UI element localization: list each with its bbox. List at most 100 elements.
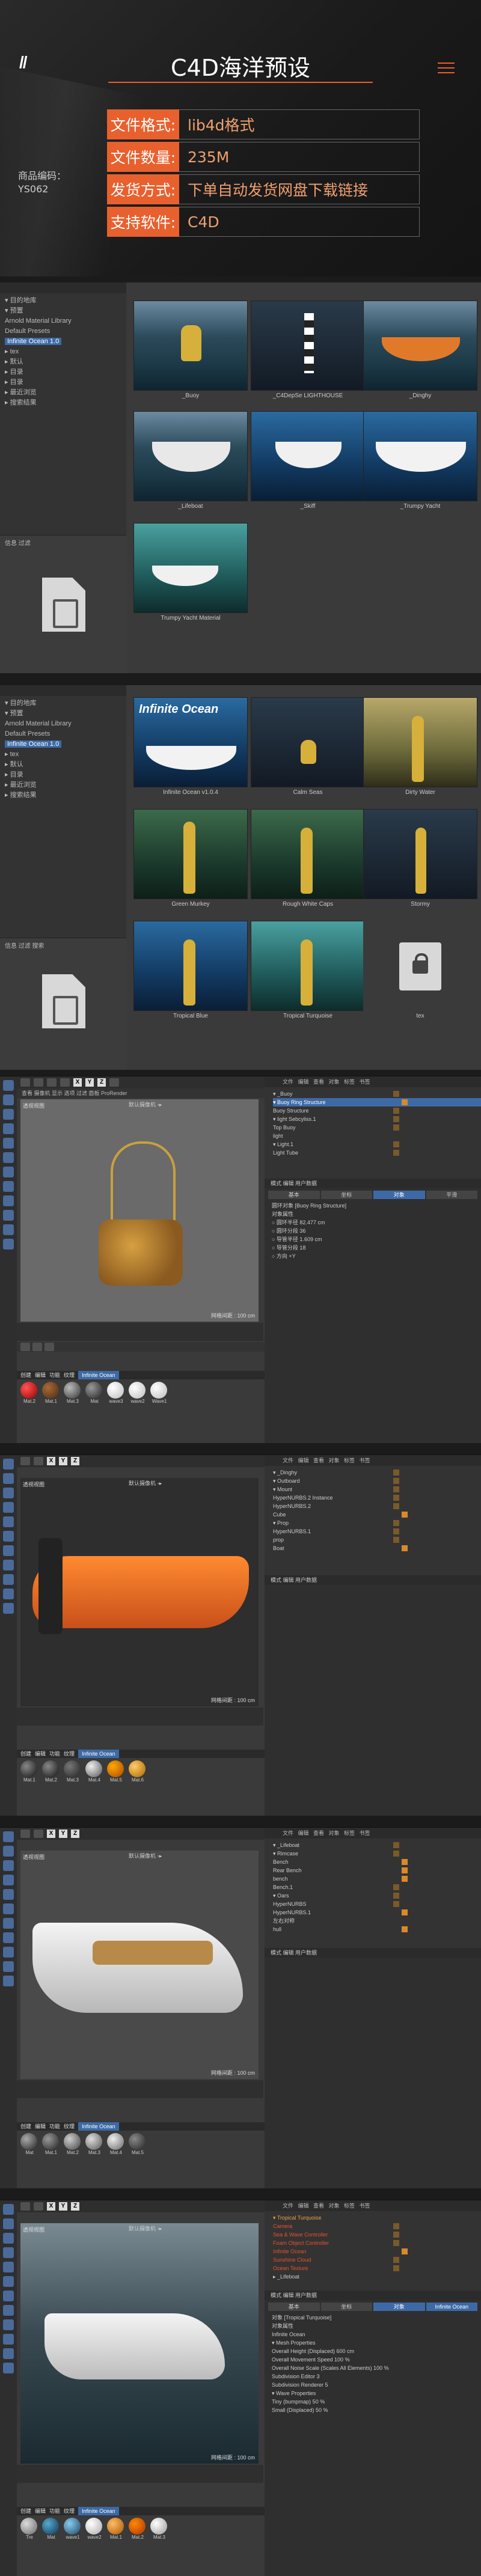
object-row[interactable]: Camera (273, 2222, 481, 2230)
attr-group[interactable]: ▾ Mesh Properties (265, 2339, 481, 2347)
x-axis-icon[interactable]: X (47, 1457, 55, 1465)
timeline[interactable] (17, 1323, 263, 1341)
tree-item[interactable]: Default Presets (5, 729, 72, 739)
object-row[interactable]: ▾ Oars (273, 1891, 481, 1900)
material-swatch[interactable]: Mat.3 (150, 2518, 168, 2542)
object-row[interactable]: ▾ light Sebcyliss.1 (273, 1115, 481, 1123)
z-axis-icon[interactable]: Z (71, 2202, 79, 2211)
material-swatch[interactable]: Mat.5 (129, 2133, 147, 2157)
main-toolbar[interactable]: X Y Z (17, 1076, 267, 1088)
material-swatch[interactable]: Mat.1 (107, 2518, 125, 2542)
rotate-icon[interactable] (60, 1078, 70, 1087)
tree-item[interactable]: ▸ 最近浏览 (5, 388, 72, 398)
material-tabs[interactable]: 创建 编辑 功能 纹理 Infinite Ocean (17, 1371, 267, 1379)
viewport[interactable]: 透视视图 默认摄像机 ◦▸ 网格间距 : 100 cm (20, 1478, 259, 1706)
transport-controls[interactable] (17, 1342, 267, 1352)
material-swatch[interactable]: Mat.2 (42, 1760, 60, 1784)
object-row[interactable]: Bench (273, 1858, 481, 1866)
viewport-menu[interactable]: 查看 摄像机 显示 选项 过滤 面板 ProRender (17, 1088, 268, 1098)
x-axis-icon[interactable]: X (73, 1078, 82, 1087)
tab-create[interactable]: 创建 (20, 2507, 31, 2515)
material-tabs[interactable]: 创建 编辑 功能 纹理 Infinite Ocean (17, 2122, 267, 2131)
object-row[interactable]: ▾ Light.1 (273, 1140, 481, 1149)
tree-item[interactable]: ▾ 目的地库 (5, 296, 72, 306)
tree-item[interactable]: ▸ 目录 (5, 367, 72, 377)
tab-function[interactable]: 功能 (49, 1750, 60, 1758)
timeline[interactable] (17, 1708, 263, 1726)
object-row[interactable]: Buoy Structure (273, 1106, 481, 1115)
y-axis-icon[interactable]: Y (59, 1457, 67, 1465)
timeline[interactable] (17, 2465, 263, 2483)
tab-edit[interactable]: 编辑 (35, 1371, 46, 1379)
object-row[interactable]: Top Buoy (273, 1123, 481, 1132)
move-icon[interactable] (34, 1830, 43, 1838)
info-tabs[interactable]: 信息 过滤 搜索 (0, 938, 126, 952)
tree-item[interactable]: ▾ 预置 (5, 709, 72, 719)
attribute-tabs[interactable]: 基本 坐标 对象 Infinite Ocean (268, 2303, 477, 2311)
object-row[interactable]: Foam Object Controller (273, 2239, 481, 2247)
preset-thumb-green-murkey[interactable]: Green Murkey (133, 809, 248, 910)
attr-field[interactable]: Overall Movement Speed 100 % (265, 2355, 481, 2364)
attr-field[interactable]: ○ 导管分段 18 (265, 1244, 481, 1252)
undo-icon[interactable] (20, 1830, 30, 1838)
tree-item[interactable]: ▸ 默认 (5, 760, 72, 770)
main-toolbar[interactable]: X Y Z (17, 1455, 267, 1467)
tab-smooth[interactable]: 平滑 (426, 1191, 477, 1199)
menu-icon[interactable] (438, 63, 455, 73)
attr-field[interactable]: Subdivision Renderer 5 (265, 2381, 481, 2389)
tab-infinite-ocean[interactable]: Infinite Ocean (78, 2122, 119, 2131)
attr-field[interactable]: Overall Height (Displaced) 600 cm (265, 2347, 481, 2355)
x-axis-icon[interactable]: X (47, 1830, 55, 1838)
material-tabs[interactable]: 创建 编辑 功能 纹理 Infinite Ocean (17, 2507, 267, 2515)
material-swatch[interactable]: wave3 (107, 1382, 125, 1406)
move-icon[interactable] (34, 1078, 43, 1087)
object-row[interactable]: ▾ Prop (273, 1519, 481, 1527)
tab-create[interactable]: 创建 (20, 2122, 31, 2131)
preset-thumb-lighthouse[interactable]: _C4DepSe LIGHTHOUSE (251, 301, 365, 401)
object-row[interactable]: Sea & Wave Controller (273, 2230, 481, 2239)
attr-field[interactable]: ○ 圆环分段 36 (265, 1227, 481, 1235)
material-swatch[interactable]: Mat (42, 2518, 60, 2542)
attr-field[interactable]: Overall Noise Scale (Scales All Elements… (265, 2364, 481, 2372)
object-row[interactable]: prop (273, 1536, 481, 1544)
viewport[interactable]: 透视视图 默认摄像机 ◦▸ 网格间距 : 100 cm (20, 2223, 259, 2464)
object-row[interactable]: Rear Bench (273, 1866, 481, 1875)
tree-item-selected[interactable]: Infinite Ocean 1.0 (5, 337, 72, 347)
material-swatch[interactable]: Mat.1 (42, 2133, 60, 2157)
preset-thumb-lifeboat[interactable]: _Lifeboat (133, 411, 248, 512)
attr-field[interactable]: Tiny (bumpmap) 50 % (265, 2397, 481, 2406)
tab-create[interactable]: 创建 (20, 1750, 31, 1758)
object-row[interactable]: Sunshine Cloud (273, 2256, 481, 2264)
material-swatch[interactable]: Mat (20, 2133, 38, 2157)
object-manager-menu[interactable]: 文件 编辑 查看 对象 标签 书签 (265, 1828, 481, 1839)
tool-palette[interactable] (0, 1455, 17, 1816)
object-row[interactable]: light (273, 1132, 481, 1140)
timeline[interactable] (17, 2080, 263, 2098)
tab-texture[interactable]: 纹理 (64, 2507, 75, 2515)
viewport[interactable]: 透视视图 默认摄像机 ◦▸ 网格间距 : 100 cm (20, 1851, 259, 2079)
tab-texture[interactable]: 纹理 (64, 1750, 75, 1758)
undo-icon[interactable] (20, 1457, 30, 1465)
tab-infinite-ocean[interactable]: Infinite Ocean (78, 1371, 119, 1379)
render-icon[interactable] (109, 1078, 119, 1087)
x-axis-icon[interactable]: X (47, 2202, 55, 2211)
tree-item[interactable]: Default Presets (5, 326, 72, 337)
object-manager-menu[interactable]: 文件 编辑 查看 对象 标签 书签 (265, 2200, 481, 2211)
object-row[interactable]: Light Tube (273, 1149, 481, 1157)
object-row[interactable]: ▾ _Dinghy (273, 1468, 481, 1477)
main-toolbar[interactable]: X Y Z (17, 1828, 267, 1840)
object-row[interactable]: ▾ Mount (273, 1485, 481, 1494)
object-manager-menu[interactable]: 文件 编辑 查看 对象 标签 书签 (265, 1455, 481, 1466)
tree-item[interactable]: ▸ 最近浏览 (5, 780, 72, 790)
scale-icon[interactable] (47, 1078, 57, 1087)
material-swatch[interactable]: Mat.4 (85, 1760, 103, 1784)
undo-icon[interactable] (20, 1078, 30, 1087)
attribute-menu[interactable]: 模式 编辑 用户数据 (265, 1179, 481, 1188)
tab-coord[interactable]: 坐标 (320, 2303, 372, 2311)
material-swatch[interactable]: Mat.2 (20, 1382, 38, 1406)
attr-field[interactable]: ○ 导管半径 1.609 cm (265, 1235, 481, 1244)
undo-icon[interactable] (20, 2202, 30, 2211)
preset-thumb-dinghy[interactable]: _Dinghy (363, 301, 477, 401)
y-axis-icon[interactable]: Y (85, 1078, 94, 1087)
tree-item[interactable]: ▸ 搜索结果 (5, 790, 72, 801)
